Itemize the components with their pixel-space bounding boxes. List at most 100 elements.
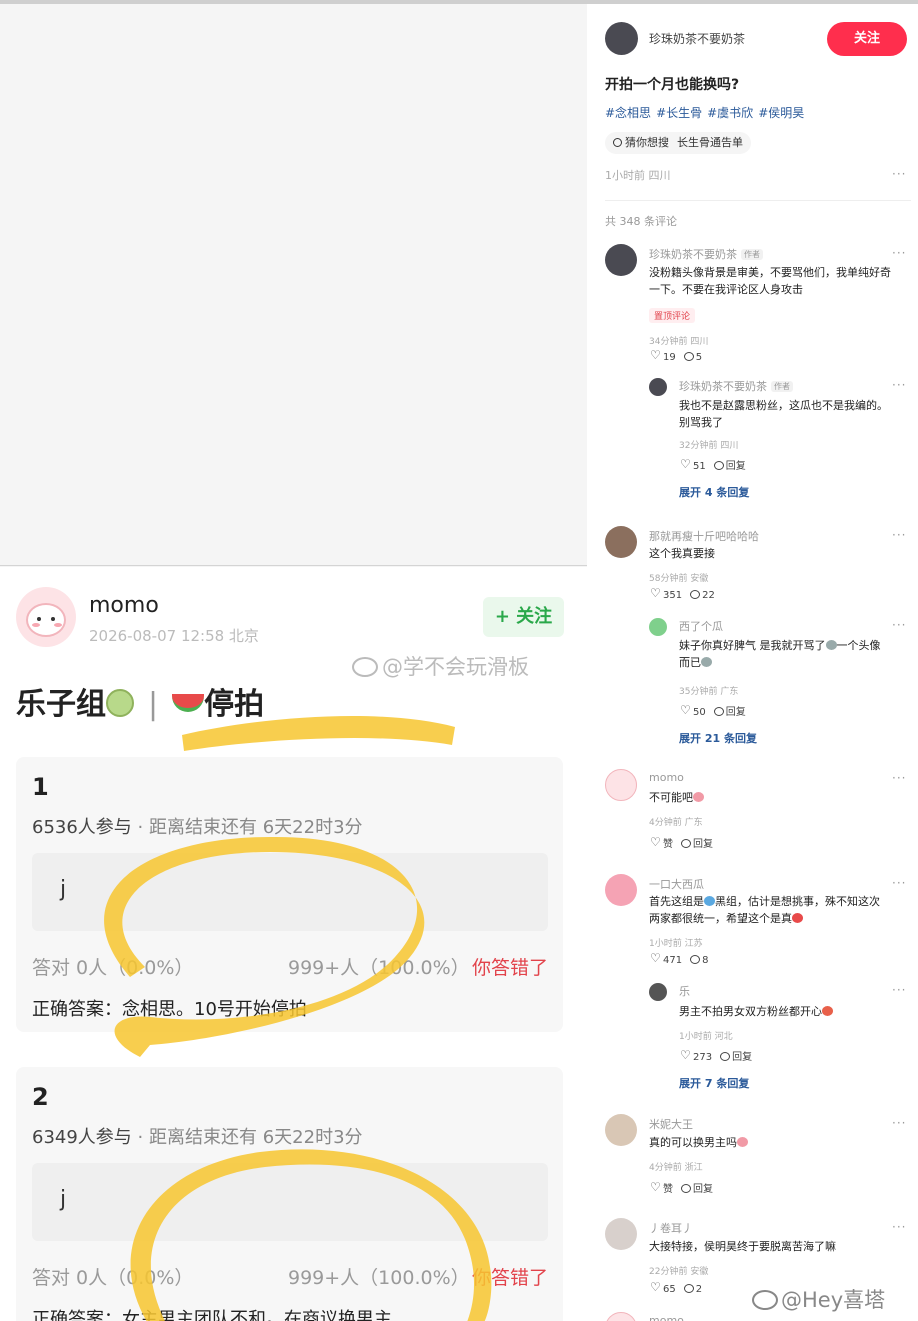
reply-icon (713, 461, 724, 470)
correct-stat: 答对 0人（0.0%） (32, 1267, 194, 1289)
more-icon[interactable]: ··· (892, 246, 906, 260)
comment-text: 大接特接，侯明昊终于要脱离苦海了嘛 (649, 1240, 836, 1253)
result-label: 你答错了 (472, 957, 549, 979)
comment-actions[interactable]: 51回复 (680, 457, 746, 472)
expand-replies-link[interactable]: 展开 7 条回复 (679, 1075, 749, 1091)
poll-meta: 6349人参与 · 距离结束还有 6天22时3分 (32, 1127, 363, 1148)
expand-replies-link[interactable]: 展开 4 条回复 (679, 484, 749, 500)
comment-actions[interactable]: 273回复 (680, 1048, 752, 1063)
comment-author[interactable]: momo (649, 771, 684, 784)
comment-author[interactable]: 珍珠奶茶不要奶茶 作者 (679, 378, 793, 394)
comment-actions[interactable]: 35122 (650, 586, 715, 601)
avatar[interactable] (649, 378, 667, 396)
tag-link[interactable]: #侯明昊 (758, 106, 804, 120)
comment-text: 这个我真要接 (649, 547, 715, 560)
avatar[interactable] (605, 874, 637, 906)
avatar[interactable] (649, 618, 667, 636)
comment-author[interactable]: 西了个瓜 (679, 618, 723, 634)
pinned-badge: 置顶评论 (649, 308, 696, 323)
comment-count: 共 348 条评论 (605, 215, 677, 228)
comment-text: 不可能吧 (649, 789, 704, 806)
result-label: 你答错了 (472, 1267, 549, 1289)
heart-icon (680, 457, 691, 471)
avatar[interactable] (605, 526, 637, 558)
username[interactable]: momo (89, 593, 159, 618)
correct-answer: 正确答案：女主男主团队不和。在商议换男主 (32, 1309, 392, 1321)
comment-time: 4分钟前 浙江 (649, 1163, 703, 1173)
suggested-search[interactable]: 猜你想搜 长生骨通告单 (605, 132, 751, 154)
comment-author[interactable]: 那就再瘦十斤吧哈哈哈 (649, 528, 759, 544)
more-icon[interactable]: ··· (892, 771, 906, 785)
more-icon[interactable]: ··· (892, 528, 906, 542)
correct-stat: 答对 0人（0.0%） (32, 957, 194, 979)
reply-icon (681, 839, 691, 848)
comment-author[interactable]: 乐 (679, 983, 690, 999)
avatar[interactable] (16, 587, 76, 647)
comment-author[interactable]: 米妮大王 (649, 1116, 693, 1132)
pig-emoji-icon (737, 1137, 748, 1147)
comment-actions[interactable]: 195 (650, 348, 702, 363)
comment-author[interactable]: 珍珠奶茶不要奶茶 作者 (649, 246, 763, 262)
avatar[interactable] (605, 769, 637, 801)
heart-icon (650, 835, 661, 849)
weibo-icon (752, 1290, 778, 1310)
post-time-location: 1小时前 四川 (605, 169, 671, 182)
comment-author[interactable]: 一口大西瓜 (649, 876, 704, 892)
more-icon[interactable]: ··· (892, 167, 906, 181)
heart-icon (650, 1280, 661, 1294)
tag-link[interactable]: #长生骨 (656, 106, 702, 120)
comment-actions[interactable]: 652 (650, 1280, 702, 1295)
tag-link[interactable]: #虞书欣 (707, 106, 753, 120)
avatar[interactable] (605, 1312, 637, 1321)
avatar[interactable] (649, 983, 667, 1001)
follow-button[interactable]: 关注 (827, 22, 907, 56)
author-name[interactable]: 珍珠奶茶不要奶茶 (649, 30, 745, 47)
answer-option[interactable]: j (32, 1163, 548, 1241)
comment-actions[interactable]: 赞回复 (650, 835, 713, 850)
poll-post: momo 2026-08-07 12:58 北京 + 关注 @学不会玩滑板 乐子… (0, 567, 587, 1321)
comment-text: 我也不是赵露思粉丝，这瓜也不是我编的。 别骂我了 (679, 399, 888, 429)
comment-text: 男主不拍男女双方粉丝都开心 (679, 1003, 833, 1020)
reply-icon (690, 955, 701, 964)
answer-option[interactable]: j (32, 853, 548, 931)
comment-time: 1小时前 江苏 (649, 939, 703, 949)
emoji-icon (825, 640, 837, 650)
watermelon-emoji-icon (172, 694, 205, 712)
avatar[interactable] (605, 1114, 637, 1146)
more-icon[interactable]: ··· (892, 618, 906, 632)
follow-button[interactable]: + 关注 (483, 597, 564, 637)
comment-author[interactable]: momo (649, 1314, 684, 1321)
comment-time: 34分钟前 四川 (649, 337, 709, 347)
comment-time: 58分钟前 安徽 (649, 574, 709, 584)
comment-time: 32分钟前 四川 (679, 441, 739, 451)
comment-time: 4分钟前 广东 (649, 818, 703, 828)
more-icon[interactable]: ··· (892, 876, 906, 890)
author-avatar[interactable] (605, 22, 638, 55)
comment-actions[interactable]: 赞回复 (650, 1180, 713, 1195)
correct-answer: 正确答案：念相思。10号开始停拍 (32, 999, 307, 1020)
avatar[interactable] (605, 1218, 637, 1250)
expand-replies-link[interactable]: 展开 21 条回复 (679, 730, 757, 746)
comment-actions[interactable]: 50回复 (680, 703, 746, 718)
image-placeholder (0, 4, 587, 566)
comment-text: 首先这组是 黑组，估计是想挑事，殊不知这次 两家都很统一，希望这个是真 (649, 895, 880, 925)
poll-card: 2 6349人参与 · 距离结束还有 6天22时3分 j 答对 0人（0.0%）… (16, 1067, 563, 1321)
heart-icon (650, 348, 661, 362)
heart-icon (650, 951, 661, 965)
weibo-icon (352, 657, 378, 677)
search-icon (613, 138, 622, 147)
tag-link[interactable]: #念相思 (605, 106, 651, 120)
comment-actions[interactable]: 4718 (650, 951, 708, 966)
avatar[interactable] (605, 244, 637, 276)
heart-icon (680, 1048, 691, 1062)
more-icon[interactable]: ··· (892, 1116, 906, 1130)
more-icon[interactable]: ··· (892, 378, 906, 392)
poll-number: 2 (32, 1083, 49, 1111)
comment-text: 真的可以换男主吗 (649, 1134, 748, 1151)
more-icon[interactable]: ··· (892, 983, 906, 997)
watermelon-emoji-icon (792, 913, 803, 923)
comment-time: 1小时前 河北 (679, 1032, 733, 1042)
watermark: @学不会玩滑板 (352, 651, 529, 681)
comment-author[interactable]: 丿卷耳丿 (649, 1220, 693, 1236)
more-icon[interactable]: ··· (892, 1220, 906, 1234)
